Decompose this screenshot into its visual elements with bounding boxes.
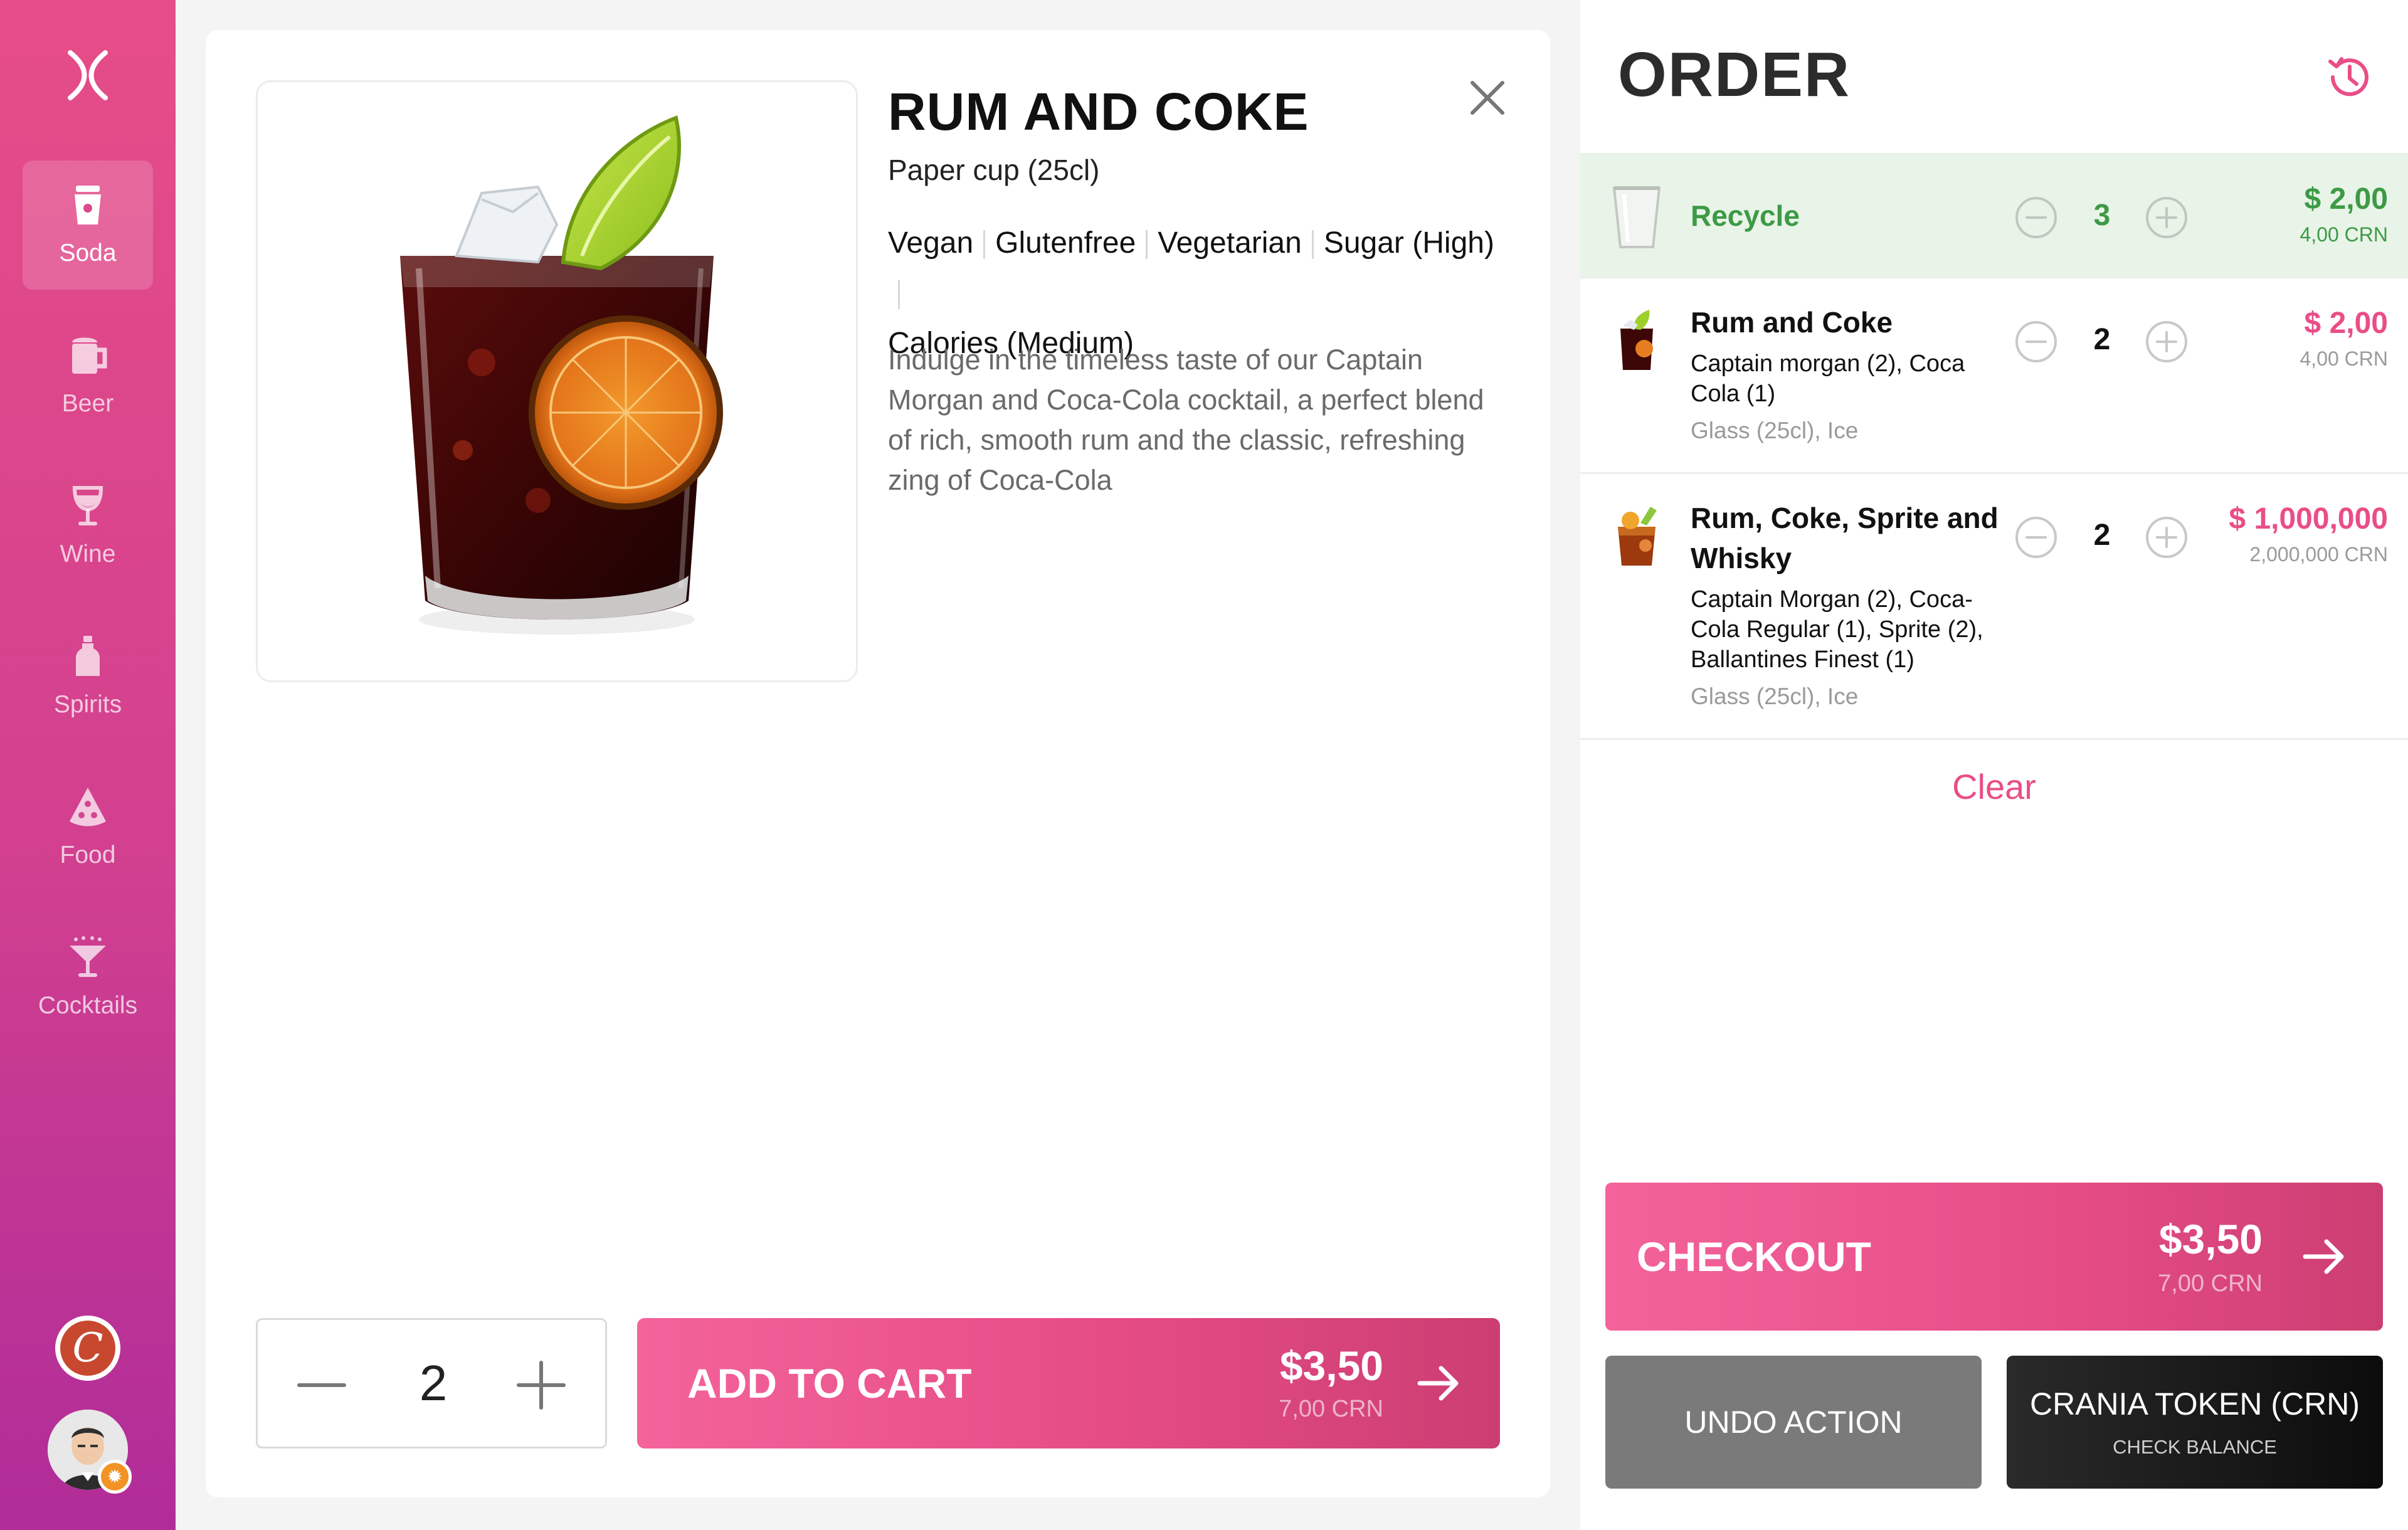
tag-separator (983, 230, 986, 260)
minus-circle-icon[interactable] (2014, 320, 2058, 364)
quantity-stepper: 2 (256, 1318, 607, 1448)
arrow-right-icon (2303, 1239, 2344, 1274)
sidebar-item-soda[interactable]: Soda (23, 161, 153, 290)
bottle-icon (76, 636, 100, 676)
order-item-quantity: 2 (2093, 519, 2111, 552)
tag-separator (1146, 230, 1148, 260)
checkout-label: CHECKOUT (1637, 1233, 1871, 1280)
cocktail-thumbnail (1618, 507, 1657, 566)
soda-cup-icon (75, 186, 101, 224)
minus-circle-icon[interactable] (2014, 515, 2058, 559)
category-sidebar: Soda Beer Wine Spirits Food Cocktails C … (0, 0, 176, 1530)
order-item-extras: Captain morgan (2), Coca Cola (1) (1691, 351, 1965, 407)
sidebar-item-wine[interactable]: Wine (23, 462, 153, 591)
plus-icon[interactable] (515, 1359, 568, 1411)
quantity-stepper: 3 (2014, 191, 2190, 241)
sidebar-item-label: Wine (60, 541, 116, 567)
tag-vegetarian: Vegetarian (1158, 226, 1302, 260)
order-item-name: Rum, Coke, Sprite and Whisky (1691, 502, 1999, 574)
order-item-name: Rum and Coke (1691, 306, 1893, 339)
quantity-stepper: 2 (2014, 315, 2190, 365)
order-item-crn: 4,00 CRN (2300, 347, 2389, 370)
plus-circle-icon[interactable] (2145, 515, 2189, 559)
tag-sugar: Sugar (High) (1323, 226, 1494, 260)
order-item-recycle: Recycle 3 $ 2,00 4,00 CRN (1580, 153, 2408, 278)
arrow-right-icon (1417, 1366, 1459, 1401)
user-avatar[interactable]: ✹ (48, 1410, 132, 1494)
rum-coke-thumbnail (1620, 310, 1653, 370)
add-to-cart-crn: 7,00 CRN (1279, 1396, 1383, 1422)
add-to-cart-label: ADD TO CART (687, 1360, 972, 1406)
sidebar-item-food[interactable]: Food (23, 762, 153, 892)
tag-separator (1311, 230, 1314, 260)
sidebar-item-label: Beer (61, 390, 114, 417)
history-icon[interactable] (2321, 50, 2375, 104)
order-item-extras: Captain Morgan (2), Coca-Cola Regular (1… (1691, 586, 1983, 673)
product-size: Paper cup (25cl) (888, 154, 1100, 186)
crania-token-button[interactable]: CRANIA TOKEN (CRN) CHECK BALANCE (2007, 1356, 2383, 1489)
order-item-name: Recycle (1691, 199, 1800, 232)
cocktail-glass-icon (70, 936, 106, 977)
order-item-quantity: 3 (2093, 199, 2111, 232)
product-detail-panel: RUM AND COKE Paper cup (25cl) Vegan Glute… (206, 30, 1550, 1497)
checkout-crn: 7,00 CRN (2158, 1270, 2263, 1297)
close-icon[interactable] (1457, 68, 1518, 128)
order-item-amount: $ 1,000,000 (2229, 502, 2388, 536)
order-panel: ORDER Recycle 3 $ 2,00 4,00 CRN Rum and … (1580, 0, 2408, 1530)
tag-glutenfree: Glutenfree (995, 226, 1136, 260)
tag-separator (898, 280, 900, 310)
sidebar-item-cocktails[interactable]: Cocktails (23, 913, 153, 1042)
order-item-rum-coke-sprite-whisky: Rum, Coke, Sprite and Whisky Captain Mor… (1580, 474, 2408, 740)
sidebar-item-beer[interactable]: Beer (23, 311, 153, 440)
recycle-cup-icon (1612, 186, 1661, 248)
x-logo-icon[interactable] (56, 44, 119, 107)
quantity-value: 2 (419, 1355, 448, 1411)
minus-icon[interactable] (295, 1359, 348, 1411)
sidebar-item-label: Spirits (53, 691, 122, 718)
plus-circle-icon[interactable] (2145, 196, 2189, 240)
beer-mug-icon (72, 337, 107, 374)
minus-circle-icon[interactable] (2014, 196, 2058, 240)
crania-token-label: CRANIA TOKEN (CRN) (2029, 1386, 2360, 1422)
check-balance-label: CHECK BALANCE (2113, 1436, 2277, 1458)
venue-logo-button[interactable]: C (55, 1316, 120, 1381)
sidebar-item-label: Food (60, 842, 116, 868)
checkout-button[interactable]: CHECKOUT $3,50 7,00 CRN (1605, 1183, 2383, 1331)
clear-order-button[interactable]: Clear (1580, 766, 2408, 807)
gear-icon[interactable]: ✹ (98, 1460, 132, 1494)
rum-and-coke-glass-illustration (400, 115, 723, 635)
checkout-price: $3,50 (2158, 1216, 2263, 1262)
order-item-amount: $ 2,00 (2304, 307, 2388, 340)
order-item-crn: 4,00 CRN (2300, 223, 2389, 246)
order-title: ORDER (1618, 40, 1851, 110)
tag-vegan: Vegan (888, 226, 974, 260)
order-item-rum-and-coke: Rum and Coke Captain morgan (2), Coca Co… (1580, 278, 2408, 474)
sidebar-item-spirits[interactable]: Spirits (23, 612, 153, 741)
undo-action-button[interactable]: UNDO ACTION (1605, 1356, 1982, 1489)
sidebar-item-label: Soda (59, 240, 117, 266)
order-item-options: Glass (25cl), Ice (1691, 418, 1859, 443)
wine-glass-icon (72, 486, 103, 525)
product-description: Indulge in the timeless taste of our Cap… (888, 344, 1484, 496)
order-item-amount: $ 2,00 (2304, 182, 2388, 216)
add-to-cart-price: $3,50 (1279, 1343, 1383, 1389)
order-item-quantity: 2 (2093, 323, 2111, 356)
pizza-slice-icon (70, 788, 106, 826)
product-title: RUM AND COKE (888, 82, 1309, 141)
sidebar-item-label: Cocktails (38, 992, 138, 1019)
add-to-cart-button[interactable]: ADD TO CART $3,50 7,00 CRN (637, 1318, 1500, 1448)
order-item-crn: 2,000,000 CRN (2249, 543, 2388, 566)
product-image (256, 80, 858, 682)
order-item-options: Glass (25cl), Ice (1691, 683, 1859, 709)
venue-logo: C (60, 1321, 115, 1376)
quantity-stepper: 2 (2014, 510, 2190, 561)
plus-circle-icon[interactable] (2145, 320, 2189, 364)
